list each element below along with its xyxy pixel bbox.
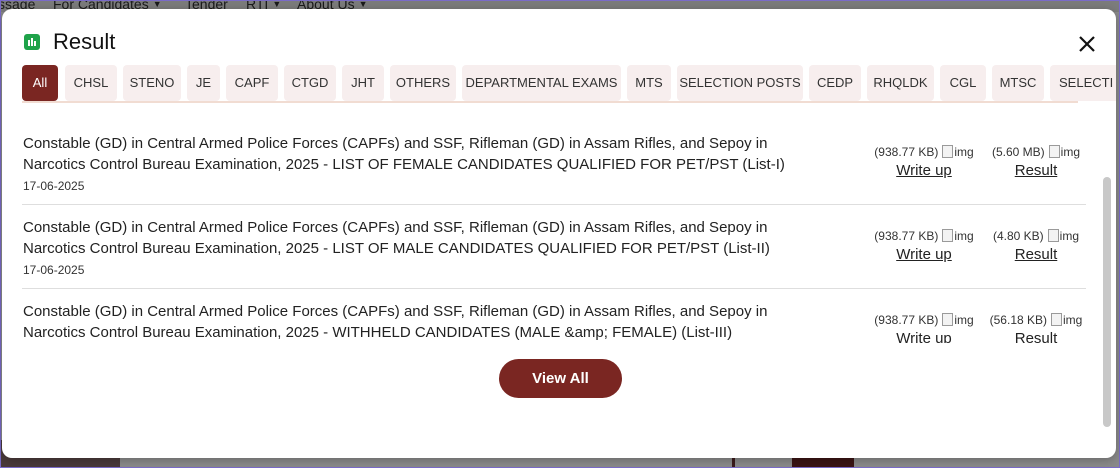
file-size: (938.77 KB) <box>874 145 939 159</box>
modal-title: Result <box>53 29 116 54</box>
writeup-link[interactable]: Write up <box>874 162 974 179</box>
broken-image-icon: img <box>942 229 974 243</box>
tab-selection[interactable]: SELECTI <box>1050 65 1116 101</box>
result-download: (5.60 MB) img Result <box>990 145 1082 179</box>
caret-down-icon: ▼ <box>272 0 282 9</box>
tab-mts[interactable]: MTS <box>627 65 671 101</box>
tab-chsl[interactable]: CHSL <box>65 65 117 101</box>
result-date: 17-06-2025 <box>23 263 85 277</box>
caret-down-icon: ▼ <box>358 0 368 9</box>
list-item: Constable (GD) in Central Armed Police F… <box>22 289 1086 343</box>
file-size: (5.60 MB) <box>991 145 1045 159</box>
broken-image-icon: img <box>1048 145 1080 159</box>
modal-header: Result <box>2 9 1116 65</box>
bar-chart-icon <box>24 34 40 50</box>
tab-all[interactable]: All <box>22 65 58 101</box>
file-size: (4.80 KB) <box>992 229 1044 243</box>
writeup-download: (938.77 KB) img Write up <box>874 313 974 343</box>
result-link[interactable]: Result <box>990 246 1082 263</box>
tab-others[interactable]: OTHERS <box>390 65 456 101</box>
file-size: (938.77 KB) <box>874 313 939 327</box>
result-link[interactable]: Result <box>990 162 1082 179</box>
broken-image-icon: img <box>942 313 974 327</box>
list-item: Constable (GD) in Central Armed Police F… <box>22 121 1086 205</box>
tab-cedp[interactable]: CEDP <box>809 65 861 101</box>
view-all-button[interactable]: View All <box>499 359 622 398</box>
caret-down-icon: ▼ <box>152 0 162 9</box>
tab-selection-posts[interactable]: SELECTION POSTS <box>677 65 803 101</box>
file-size: (938.77 KB) <box>874 229 939 243</box>
tab-capf[interactable]: CAPF <box>226 65 278 101</box>
result-title: Constable (GD) in Central Armed Police F… <box>23 303 768 341</box>
result-modal: Result All CHSL STENO JE CAPF CTGD JHT O… <box>2 9 1116 458</box>
result-title: Constable (GD) in Central Armed Police F… <box>23 135 785 173</box>
result-title: Constable (GD) in Central Armed Police F… <box>23 219 770 257</box>
tab-rhqldk[interactable]: RHQLDK <box>867 65 934 101</box>
file-size: (56.18 KB) <box>989 313 1048 327</box>
result-list: Constable (GD) in Central Armed Police F… <box>22 121 1086 343</box>
scrollbar[interactable] <box>1103 177 1111 427</box>
writeup-link[interactable]: Write up <box>874 330 974 343</box>
broken-image-icon: img <box>1051 313 1082 327</box>
result-download: (4.80 KB) img Result <box>990 229 1082 263</box>
tab-jht[interactable]: JHT <box>342 65 384 101</box>
result-link[interactable]: Result <box>988 330 1084 343</box>
category-tabs: All CHSL STENO JE CAPF CTGD JHT OTHERS D… <box>22 65 1116 101</box>
tab-cgl[interactable]: CGL <box>940 65 986 101</box>
list-item: Constable (GD) in Central Armed Police F… <box>22 205 1086 289</box>
close-icon[interactable] <box>1076 33 1098 55</box>
writeup-download: (938.77 KB) img Write up <box>874 229 974 263</box>
broken-image-icon: img <box>1047 229 1079 243</box>
tab-mtsc[interactable]: MTSC <box>992 65 1044 101</box>
tab-je[interactable]: JE <box>187 65 220 101</box>
tab-ctgd[interactable]: CTGD <box>284 65 336 101</box>
result-download: (56.18 KB) img Result <box>988 313 1084 343</box>
broken-image-icon: img <box>942 145 974 159</box>
writeup-link[interactable]: Write up <box>874 246 974 263</box>
tabs-underline <box>22 101 1078 103</box>
tab-steno[interactable]: STENO <box>123 65 181 101</box>
tab-departmental-exams[interactable]: DEPARTMENTAL EXAMS <box>462 65 621 101</box>
result-date: 17-06-2025 <box>23 179 85 193</box>
writeup-download: (938.77 KB) img Write up <box>874 145 974 179</box>
